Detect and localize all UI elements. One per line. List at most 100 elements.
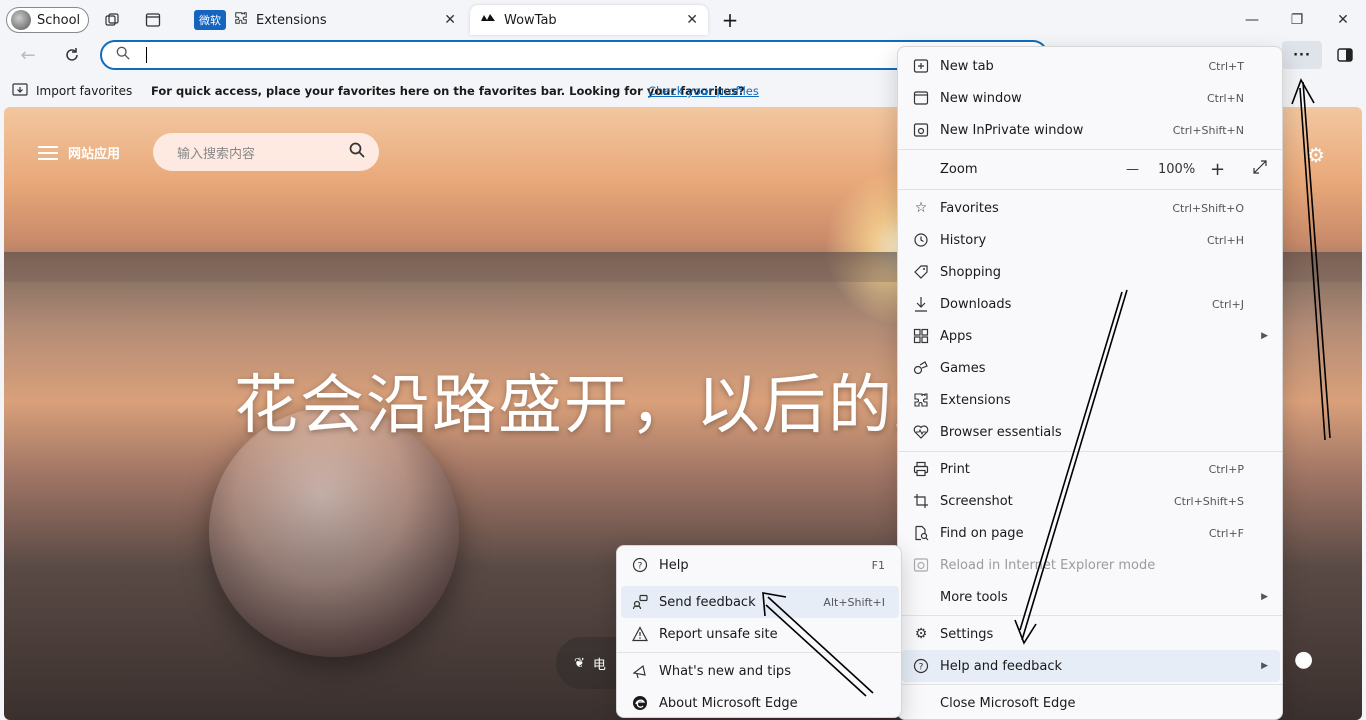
zoom-out-button[interactable]: —: [1126, 162, 1139, 177]
menu-label: Shopping: [940, 264, 1002, 280]
tab-label: Extensions: [256, 12, 327, 28]
menu-label: Help: [659, 557, 689, 573]
menu-item-screenshot[interactable]: Screenshot Ctrl+Shift+S: [902, 485, 1280, 517]
menu-shortcut: Ctrl+Shift+O: [1172, 201, 1244, 215]
menu-item-extensions[interactable]: Extensions: [902, 384, 1280, 416]
menu-item-new-window[interactable]: New window Ctrl+N: [902, 82, 1280, 114]
back-arrow-icon[interactable]: ←: [18, 45, 38, 66]
edge-logo-icon: [631, 694, 649, 712]
settings-and-more-button[interactable]: ···: [1282, 41, 1322, 69]
menu-item-browser-essentials[interactable]: Browser essentials: [902, 416, 1280, 448]
website-apps-button[interactable]: 网站应用: [38, 143, 120, 162]
search-icon: [116, 46, 130, 64]
menu-shortcut: Ctrl+J: [1211, 297, 1244, 311]
avatar: [11, 10, 31, 30]
page-search-placeholder: 输入搜索内容: [177, 146, 256, 162]
menu-shortcut: Ctrl+H: [1206, 233, 1244, 247]
tab-close-icon[interactable]: ✕: [686, 12, 698, 28]
menu-item-whats-new[interactable]: What's new and tips: [621, 655, 899, 687]
menu-item-settings[interactable]: ⚙ Settings: [902, 618, 1280, 650]
menu-label: Reload in Internet Explorer mode: [940, 557, 1156, 573]
menu-item-about-edge[interactable]: About Microsoft Edge: [621, 687, 899, 719]
menu-item-report-unsafe-site[interactable]: Report unsafe site: [621, 618, 899, 650]
zoom-in-button[interactable]: +: [1210, 159, 1225, 180]
menu-item-apps[interactable]: Apps ▶: [902, 320, 1280, 352]
close-window-button[interactable]: ✕: [1333, 10, 1353, 30]
profile-button[interactable]: School: [6, 7, 90, 33]
menu-label: Find on page: [940, 525, 1024, 541]
fullscreen-icon[interactable]: [1252, 159, 1268, 179]
menu-item-new-inprivate[interactable]: New InPrivate window Ctrl+Shift+N: [902, 114, 1280, 146]
menu-shortcut: Ctrl+F: [1208, 526, 1244, 540]
page-search-box[interactable]: 输入搜索内容: [153, 133, 379, 171]
menu-item-downloads[interactable]: Downloads Ctrl+J: [902, 288, 1280, 320]
vertical-tabs-icon[interactable]: [143, 10, 163, 30]
menu-label: Apps: [940, 328, 973, 344]
menu-label: Send feedback: [659, 594, 756, 610]
menu-item-print[interactable]: Print Ctrl+P: [902, 453, 1280, 485]
menu-item-help[interactable]: ? Help F1: [621, 549, 899, 581]
screenshot-icon: [912, 492, 930, 510]
profile-label: School: [37, 12, 81, 28]
menu-label: Downloads: [940, 296, 1012, 312]
tab-wowtab[interactable]: WowTab ✕: [470, 5, 708, 35]
menu-item-help-and-feedback[interactable]: ? Help and feedback ▶: [902, 650, 1280, 682]
menu-item-games[interactable]: Games: [902, 352, 1280, 384]
gear-icon[interactable]: ⚙: [1307, 143, 1325, 167]
puzzle-icon: [912, 391, 930, 409]
tag-icon: [912, 263, 930, 281]
new-tab-button[interactable]: +: [720, 8, 740, 32]
wowtab-logo-icon: [480, 12, 496, 28]
hamburger-icon: [38, 145, 58, 160]
sidebar-toggle-icon[interactable]: [1335, 45, 1355, 65]
tab-badge: 微软: [194, 10, 226, 30]
warning-icon: [631, 625, 649, 643]
menu-item-find-on-page[interactable]: Find on page Ctrl+F: [902, 517, 1280, 549]
restore-button[interactable]: ❐: [1287, 10, 1307, 30]
settings-and-more-menu: New tab Ctrl+T New window Ctrl+N New InP…: [897, 46, 1283, 720]
menu-item-close-edge[interactable]: Close Microsoft Edge: [902, 687, 1280, 719]
menu-item-favorites[interactable]: ☆ Favorites Ctrl+Shift+O: [902, 192, 1280, 224]
menu-item-history[interactable]: History Ctrl+H: [902, 224, 1280, 256]
menu-shortcut: Alt+Shift+I: [823, 595, 885, 609]
help-circle-icon: ?: [631, 556, 649, 574]
import-favorites-button[interactable]: Import favorites: [36, 84, 132, 98]
menu-item-shopping[interactable]: Shopping: [902, 256, 1280, 288]
menu-label: Print: [940, 461, 970, 477]
menu-label: Zoom: [940, 161, 978, 177]
bottom-chip[interactable]: ❦ 电: [556, 637, 616, 689]
menu-label: New tab: [940, 58, 994, 74]
menu-label: Close Microsoft Edge: [940, 695, 1076, 711]
menu-item-more-tools[interactable]: More tools ▶: [902, 581, 1280, 613]
ie-icon: [912, 556, 930, 574]
svg-text:?: ?: [919, 663, 924, 673]
menu-label: New window: [940, 90, 1022, 106]
puzzle-icon: [234, 11, 248, 29]
menu-item-new-tab[interactable]: New tab Ctrl+T: [902, 50, 1280, 82]
import-icon: [12, 82, 28, 101]
tab-label: WowTab: [504, 12, 557, 28]
window-icon: [912, 89, 930, 107]
workspaces-icon[interactable]: [102, 10, 122, 30]
menu-shortcut: Ctrl+Shift+N: [1172, 123, 1244, 137]
leaf-icon: ❦: [574, 655, 585, 671]
menu-label: Browser essentials: [940, 424, 1062, 440]
menu-divider: [898, 189, 1282, 190]
gear-icon: ⚙: [914, 626, 928, 642]
chevron-right-icon: ▶: [1261, 661, 1268, 671]
chat-icon[interactable]: ●: [1294, 647, 1313, 672]
menu-label: Report unsafe site: [659, 626, 778, 642]
menu-label: What's new and tips: [659, 663, 791, 679]
menu-label: Favorites: [940, 200, 999, 216]
minimize-button[interactable]: —: [1242, 10, 1262, 30]
menu-item-send-feedback[interactable]: Send feedback Alt+Shift+I: [621, 586, 899, 618]
menu-label: More tools: [940, 589, 1008, 605]
svg-text:?: ?: [638, 562, 643, 572]
refresh-icon[interactable]: [62, 45, 82, 65]
search-icon[interactable]: [349, 142, 365, 162]
tab-close-icon[interactable]: ✕: [444, 12, 456, 28]
menu-label: Extensions: [940, 392, 1011, 408]
menu-label: Screenshot: [940, 493, 1013, 509]
tab-extensions[interactable]: 微软 Extensions ✕: [184, 5, 466, 35]
check-profiles-link[interactable]: Check your profiles: [648, 84, 759, 98]
